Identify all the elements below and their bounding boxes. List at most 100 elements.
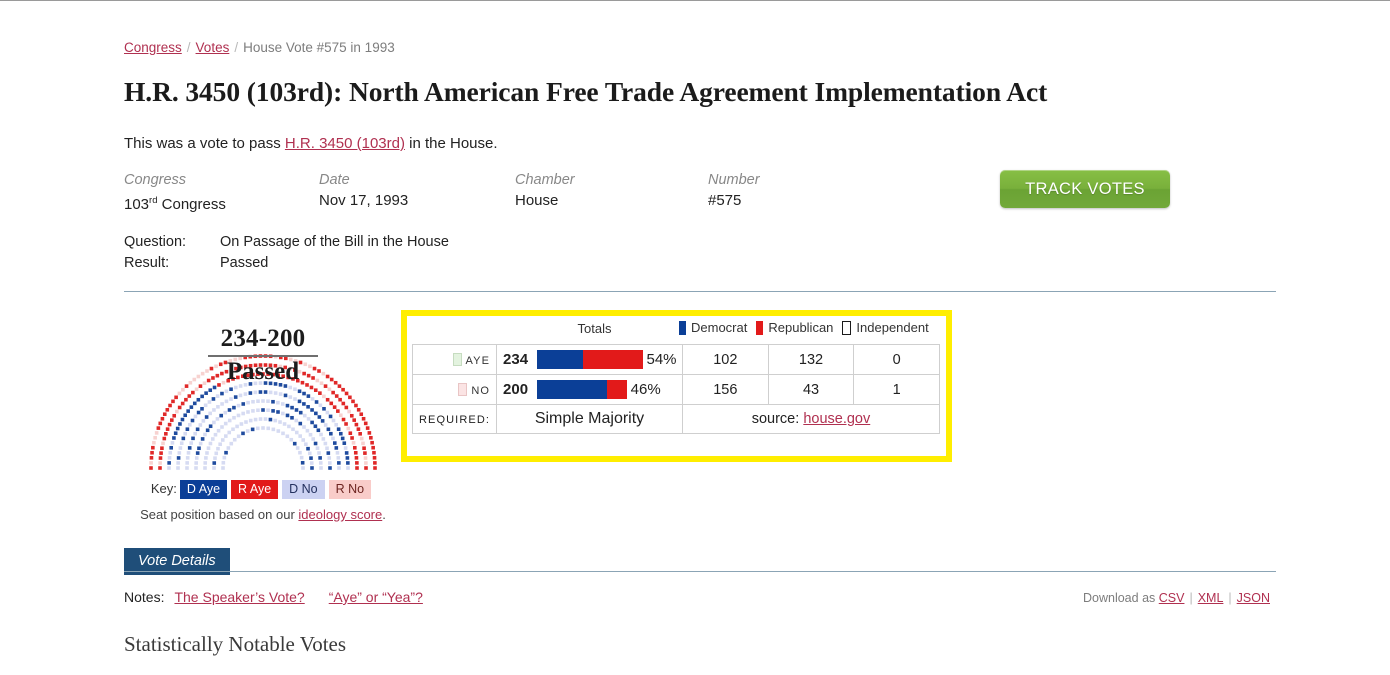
- page-title: H.R. 3450 (103rd): North American Free T…: [124, 76, 1048, 107]
- no-percent: 46%: [630, 381, 661, 398]
- section-divider-top: [124, 291, 1276, 292]
- seating-chart-block: 234-200 Passed Key: D Aye R Aye D No R No Se…: [130, 318, 396, 522]
- totals-header-label: Totals: [577, 321, 612, 336]
- breadcrumb-current: House Vote #575 in 1993: [243, 40, 395, 55]
- legend-independent: Independent: [842, 320, 929, 335]
- no-bar: [536, 380, 627, 399]
- meta-date-value: Nov 17, 1993: [319, 192, 409, 209]
- result-label: Result:: [124, 255, 170, 271]
- key-chip-r-no: R No: [328, 480, 372, 499]
- download-csv-link[interactable]: CSV: [1159, 591, 1185, 605]
- breadcrumb: Congress / Votes / House Vote #575 in 1993: [124, 40, 395, 55]
- party-legend: Democrat Republican Independent: [679, 320, 944, 335]
- note-link-speakers-vote[interactable]: The Speaker’s Vote?: [174, 589, 304, 605]
- no-republican-count: 43: [767, 374, 855, 405]
- totals-header-row: Totals Democrat Republican Independent: [407, 318, 946, 344]
- aye-bar: [536, 350, 643, 369]
- breadcrumb-link-congress[interactable]: Congress: [124, 40, 182, 55]
- meta-number-value: #575: [708, 192, 742, 209]
- row-label-aye: AYE: [411, 344, 498, 375]
- table-row-required: REQUIRED: Simple Majority source: house.…: [411, 404, 941, 434]
- page-top-divider: [0, 0, 1390, 1]
- key-chip-d-aye: D Aye: [179, 480, 228, 499]
- bill-link[interactable]: H.R. 3450 (103rd): [285, 135, 405, 152]
- breadcrumb-separator-2: /: [234, 40, 239, 55]
- aye-swatch-icon: [452, 352, 462, 366]
- seating-note-prefix: Seat position based on our: [140, 507, 299, 522]
- breadcrumb-separator: /: [186, 40, 191, 55]
- table-row-aye: AYE 234 54% 102 132 0: [411, 344, 940, 375]
- key-chip-r-aye: R Aye: [231, 480, 279, 499]
- source-prefix: source:: [751, 411, 804, 427]
- no-label-text: NO: [471, 384, 491, 397]
- download-label: Download as: [1083, 591, 1156, 605]
- note-link-aye-or-yea[interactable]: “Aye” or “Yea”?: [329, 589, 423, 605]
- no-bar-democrat: [536, 380, 608, 399]
- meta-congress: Congress 103rd Congress: [124, 170, 226, 216]
- vote-summary-line: This was a vote to pass H.R. 3450 (103rd…: [124, 135, 498, 152]
- meta-chamber-label: Chamber: [515, 172, 575, 188]
- no-bar-cell: 46%: [536, 374, 683, 405]
- required-label: REQUIRED:: [411, 404, 498, 434]
- track-votes-button[interactable]: TRACK VOTES: [1000, 170, 1170, 208]
- aye-republican-count: 132: [767, 344, 855, 375]
- meta-number-label: Number: [708, 172, 760, 188]
- source-cell: source: house.gov: [681, 404, 941, 434]
- ideology-score-link[interactable]: ideology score: [298, 507, 382, 522]
- congress-word: Congress: [157, 196, 226, 213]
- notes-row: Notes: The Speaker’s Vote? “Aye” or “Yea”?: [124, 589, 447, 605]
- intro-prefix: This was a vote to pass: [124, 135, 285, 152]
- required-label-text: REQUIRED:: [419, 414, 491, 426]
- seating-chart-svg: [149, 354, 377, 470]
- breadcrumb-link-votes[interactable]: Votes: [196, 40, 230, 55]
- download-separator-2: |: [1228, 591, 1232, 605]
- congress-number: 103: [124, 196, 150, 213]
- legend-republican-label: Republican: [768, 320, 834, 335]
- meta-congress-value: 103rd Congress: [124, 190, 226, 216]
- meta-number: Number #575: [708, 170, 760, 212]
- question-value: On Passage of the Bill in the House: [220, 234, 449, 250]
- source-link[interactable]: house.gov: [803, 411, 870, 427]
- result-row: Result: Passed: [124, 253, 449, 274]
- download-row: Download as CSV | XML | JSON: [1083, 591, 1270, 605]
- aye-bar-republican: [582, 350, 643, 369]
- no-bar-wrap: 46%: [536, 375, 682, 404]
- no-count: 200: [496, 374, 537, 405]
- seating-note-suffix: .: [382, 507, 386, 522]
- section-divider-bottom: [124, 571, 1276, 572]
- republican-swatch-icon: [756, 321, 764, 335]
- aye-bar-wrap: 54%: [536, 345, 682, 374]
- aye-democrat-count: 102: [681, 344, 769, 375]
- meta-chamber: Chamber House: [515, 170, 575, 212]
- seating-key: Key: D Aye R Aye D No R No: [130, 480, 396, 499]
- meta-congress-label: Congress: [124, 172, 187, 188]
- table-row-no: NO 200 46% 156 43 1: [411, 374, 940, 405]
- no-democrat-count: 156: [681, 374, 769, 405]
- meta-date: Date Nov 17, 1993: [319, 170, 408, 212]
- no-bar-republican: [607, 380, 627, 399]
- legend-democrat: Democrat: [679, 320, 747, 335]
- download-json-link[interactable]: JSON: [1237, 591, 1270, 605]
- seating-chart: 234-200 Passed: [130, 318, 396, 476]
- notable-votes-heading: Statistically Notable Votes: [124, 632, 347, 656]
- meta-date-label: Date: [319, 172, 350, 188]
- aye-bar-cell: 54%: [536, 344, 683, 375]
- meta-chamber-value: House: [515, 192, 559, 209]
- row-label-no: NO: [411, 374, 498, 405]
- vote-totals-table: AYE 234 54% 102 132 0 NO 200 46% 156 43 …: [411, 344, 941, 434]
- seating-note: Seat position based on our ideology scor…: [130, 507, 396, 522]
- question-result-block: Question: On Passage of the Bill in the H…: [124, 232, 449, 274]
- legend-republican: Republican: [756, 320, 833, 335]
- aye-bar-democrat: [536, 350, 583, 369]
- result-value: Passed: [220, 255, 269, 271]
- download-xml-link[interactable]: XML: [1198, 591, 1224, 605]
- required-value: Simple Majority: [496, 404, 683, 434]
- no-swatch-icon: [458, 382, 468, 396]
- question-row: Question: On Passage of the Bill in the H…: [124, 232, 449, 253]
- intro-suffix: in the House.: [404, 135, 498, 152]
- aye-count: 234: [496, 344, 537, 375]
- download-separator-1: |: [1189, 591, 1193, 605]
- independent-swatch-icon: [842, 321, 852, 335]
- legend-democrat-label: Democrat: [691, 320, 748, 335]
- democrat-swatch-icon: [679, 321, 686, 335]
